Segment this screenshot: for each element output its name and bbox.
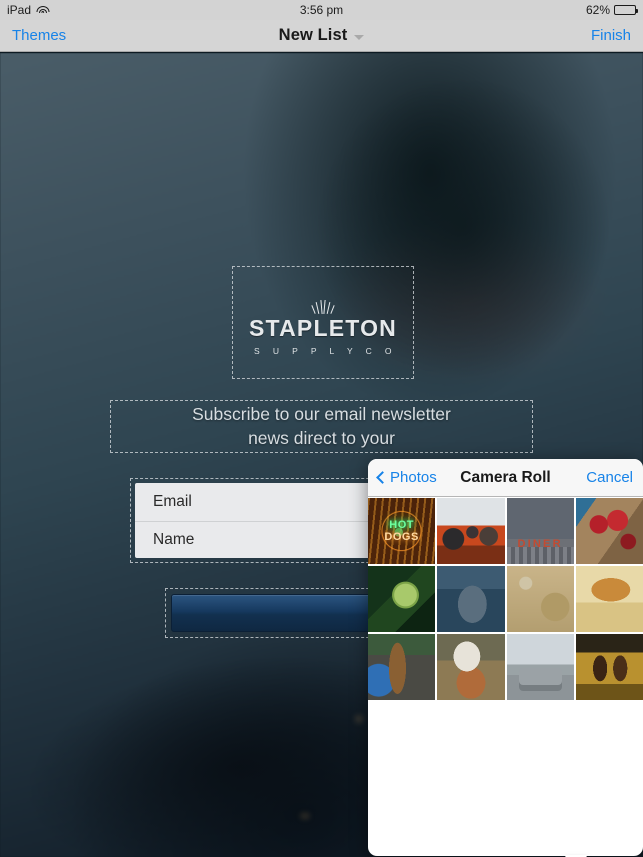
background-photo-head-shape [253, 53, 643, 443]
photo-thumbnail[interactable] [368, 634, 436, 700]
status-bar-clock: 3:56 pm [299, 3, 344, 17]
battery-percent-label: 62% [585, 3, 610, 17]
photos-back-label: Photos [390, 469, 437, 486]
logo-subtitle: S U P P L Y C O [254, 345, 397, 356]
status-bar: iPad 3:56 pm 62% [0, 0, 643, 20]
logo-content: STAPLETON S U P P L Y C O [249, 298, 397, 356]
body-text-line-2: news direct to your [248, 427, 395, 448]
photo-thumbnail[interactable] [437, 498, 505, 564]
logo-rays-icon [249, 298, 397, 314]
photo-thumbnail[interactable] [506, 634, 574, 700]
photo-thumbnail[interactable] [575, 634, 643, 700]
bokeh-dot [355, 715, 363, 723]
themes-button[interactable]: Themes [12, 27, 66, 44]
photo-grid: HOT DOGS DINER [368, 497, 643, 700]
status-bar-right: 62% [585, 3, 639, 17]
navigation-bar: Themes New List Finish [0, 20, 643, 52]
popover-header: Photos Camera Roll Cancel [368, 459, 643, 497]
cancel-button[interactable]: Cancel [586, 469, 633, 486]
photo-thumbnail[interactable]: HOT DOGS [368, 498, 436, 564]
thumb-text-line-2: DOGS [384, 531, 419, 543]
thumb-text-line-1: HOT [389, 519, 414, 531]
ipad-screen: iPad 3:56 pm 62% Themes New List Finish [0, 0, 643, 857]
body-text-line-1: Subscribe to our email newsletter [192, 403, 451, 424]
photo-thumbnail-overlay-text: DINER [517, 537, 563, 550]
body-text-content: Subscribe to our email newsletter news d… [111, 403, 532, 450]
logo-name: STAPLETON [249, 314, 397, 341]
body-text-placeholder[interactable]: Subscribe to our email newsletter news d… [110, 400, 533, 453]
wifi-icon [36, 5, 50, 15]
email-template-canvas[interactable]: STAPLETON S U P P L Y C O Subscribe to o… [0, 53, 643, 857]
photo-thumbnail[interactable] [575, 498, 643, 564]
photo-thumbnail[interactable]: DINER [506, 498, 574, 564]
status-bar-left: iPad [7, 3, 50, 17]
popover-clip: Photos Camera Roll Cancel HOT DOGS DINER [368, 459, 643, 856]
battery-icon [614, 5, 639, 15]
device-name: iPad [7, 3, 32, 17]
photo-thumbnail[interactable] [368, 566, 436, 632]
photo-thumbnail[interactable] [437, 634, 505, 700]
photos-back-button[interactable]: Photos [376, 469, 437, 486]
photo-thumbnail[interactable] [575, 566, 643, 632]
nav-title-group: New List [0, 26, 643, 45]
chevron-left-icon [376, 471, 389, 484]
page-title[interactable]: New List [279, 26, 348, 45]
photo-thumbnail-overlay-text: HOT DOGS [368, 498, 435, 564]
chevron-down-icon[interactable] [354, 34, 365, 40]
finish-button[interactable]: Finish [591, 27, 631, 44]
bokeh-dot [300, 813, 310, 819]
camera-roll-popover: Photos Camera Roll Cancel HOT DOGS DINER [368, 459, 643, 857]
logo-placeholder[interactable]: STAPLETON S U P P L Y C O [232, 266, 414, 379]
photo-thumbnail[interactable] [506, 566, 574, 632]
photo-thumbnail[interactable] [437, 566, 505, 632]
